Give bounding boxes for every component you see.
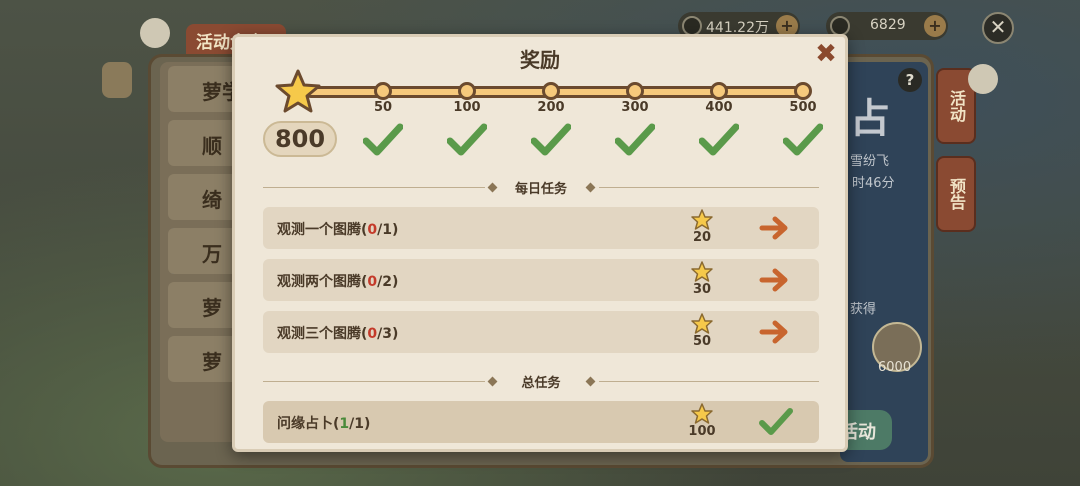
reward-coin-value: 6000 bbox=[878, 360, 912, 375]
task-progress-target: /2) bbox=[377, 274, 399, 290]
milestone-label: 400 bbox=[705, 100, 733, 115]
divider bbox=[599, 381, 819, 382]
activity-item[interactable]: 万 bbox=[168, 228, 242, 274]
section-header-daily: 每日任务 bbox=[263, 181, 819, 197]
task-progress-current: 0 bbox=[367, 222, 378, 238]
milestone-node bbox=[458, 82, 476, 100]
gem-amount: 6829 bbox=[870, 17, 906, 33]
modal-title: 奖励 bbox=[520, 48, 560, 72]
activity-item[interactable]: 顺 bbox=[168, 120, 242, 166]
task-progress-target: /1) bbox=[349, 416, 371, 432]
milestone-node bbox=[374, 82, 392, 100]
task-progress-target: /3) bbox=[377, 326, 399, 342]
star-icon bbox=[691, 403, 713, 424]
task-row: 观测三个图腾(0/3) 50 bbox=[263, 311, 819, 353]
task-row: 观测一个图腾(0/1) 20 bbox=[263, 207, 819, 249]
tab-preview[interactable]: 预告 bbox=[936, 156, 976, 232]
activity-item[interactable]: 萝 bbox=[168, 336, 242, 382]
task-title: 观测两个图腾 bbox=[277, 274, 361, 290]
checkmark-icon bbox=[447, 123, 487, 156]
reward-modal: 奖励 ✖ 50 100 200 300 400 500 800 每日任务 观测一… bbox=[232, 34, 848, 452]
task-reward: 100 bbox=[688, 424, 716, 439]
milestone-node bbox=[542, 82, 560, 100]
checkmark-icon bbox=[759, 408, 793, 435]
milestone-label: 100 bbox=[453, 100, 481, 115]
add-gem-button[interactable]: + bbox=[924, 15, 946, 37]
activity-item[interactable]: 萝学 bbox=[168, 66, 242, 112]
close-icon[interactable]: ✖ bbox=[813, 41, 839, 67]
task-progress-target: /1) bbox=[377, 222, 399, 238]
star-icon bbox=[275, 69, 321, 113]
task-title: 观测一个图腾 bbox=[277, 222, 361, 238]
activity-item[interactable]: 绮 bbox=[168, 174, 242, 220]
activity-big-char: 占 bbox=[850, 96, 890, 142]
info-line-2: 时46分 bbox=[852, 176, 895, 191]
task-progress-current: 0 bbox=[367, 274, 378, 290]
task-row: 观测两个图腾(0/2) 30 bbox=[263, 259, 819, 301]
task-row: 问缘占卜(1/1) 100 bbox=[263, 401, 819, 443]
divider bbox=[599, 187, 819, 188]
task-name: 问缘占卜(1/1) bbox=[277, 413, 370, 433]
task-progress-current: 0 bbox=[367, 326, 378, 342]
milestone-label: 200 bbox=[537, 100, 565, 115]
task-name: 观测三个图腾(0/3) bbox=[277, 323, 398, 343]
score-value: 800 bbox=[263, 121, 337, 157]
task-title: 观测三个图腾 bbox=[277, 326, 361, 342]
mascot-icon bbox=[968, 64, 998, 94]
task-reward: 20 bbox=[692, 230, 712, 245]
section-header-total: 总任务 bbox=[263, 375, 819, 391]
milestone-node bbox=[626, 82, 644, 100]
close-page-button[interactable]: ✕ bbox=[982, 12, 1014, 44]
milestone-label: 300 bbox=[621, 100, 649, 115]
help-button[interactable]: ? bbox=[898, 68, 922, 92]
customer-service-button[interactable] bbox=[102, 62, 132, 98]
arrow-right-icon[interactable] bbox=[759, 215, 791, 241]
arrow-right-icon[interactable] bbox=[759, 319, 791, 345]
star-icon bbox=[691, 209, 713, 230]
checkmark-icon bbox=[531, 123, 571, 156]
obtain-label: 获得 bbox=[850, 302, 877, 317]
checkmark-icon bbox=[363, 123, 403, 156]
mascot-icon bbox=[140, 18, 170, 48]
task-title: 问缘占卜 bbox=[277, 416, 333, 432]
star-icon bbox=[691, 261, 713, 282]
task-progress-current: 1 bbox=[339, 416, 350, 432]
coin-icon bbox=[682, 16, 702, 36]
task-name: 观测一个图腾(0/1) bbox=[277, 219, 398, 239]
task-reward: 30 bbox=[692, 282, 712, 297]
activity-item[interactable]: 萝 bbox=[168, 282, 242, 328]
milestone-label: 500 bbox=[789, 100, 817, 115]
checkmark-icon bbox=[783, 123, 823, 156]
checkmark-icon bbox=[615, 123, 655, 156]
star-icon bbox=[691, 313, 713, 334]
modal-header: 奖励 ✖ bbox=[235, 37, 845, 77]
checkmark-icon bbox=[699, 123, 739, 156]
arrow-right-icon[interactable] bbox=[759, 267, 791, 293]
milestone-label: 50 bbox=[373, 100, 393, 115]
gem-icon bbox=[830, 16, 850, 36]
task-reward: 50 bbox=[692, 334, 712, 349]
milestone-node bbox=[794, 82, 812, 100]
milestone-node bbox=[710, 82, 728, 100]
info-line-1: 雪纷飞 bbox=[850, 154, 890, 169]
task-name: 观测两个图腾(0/2) bbox=[277, 271, 398, 291]
